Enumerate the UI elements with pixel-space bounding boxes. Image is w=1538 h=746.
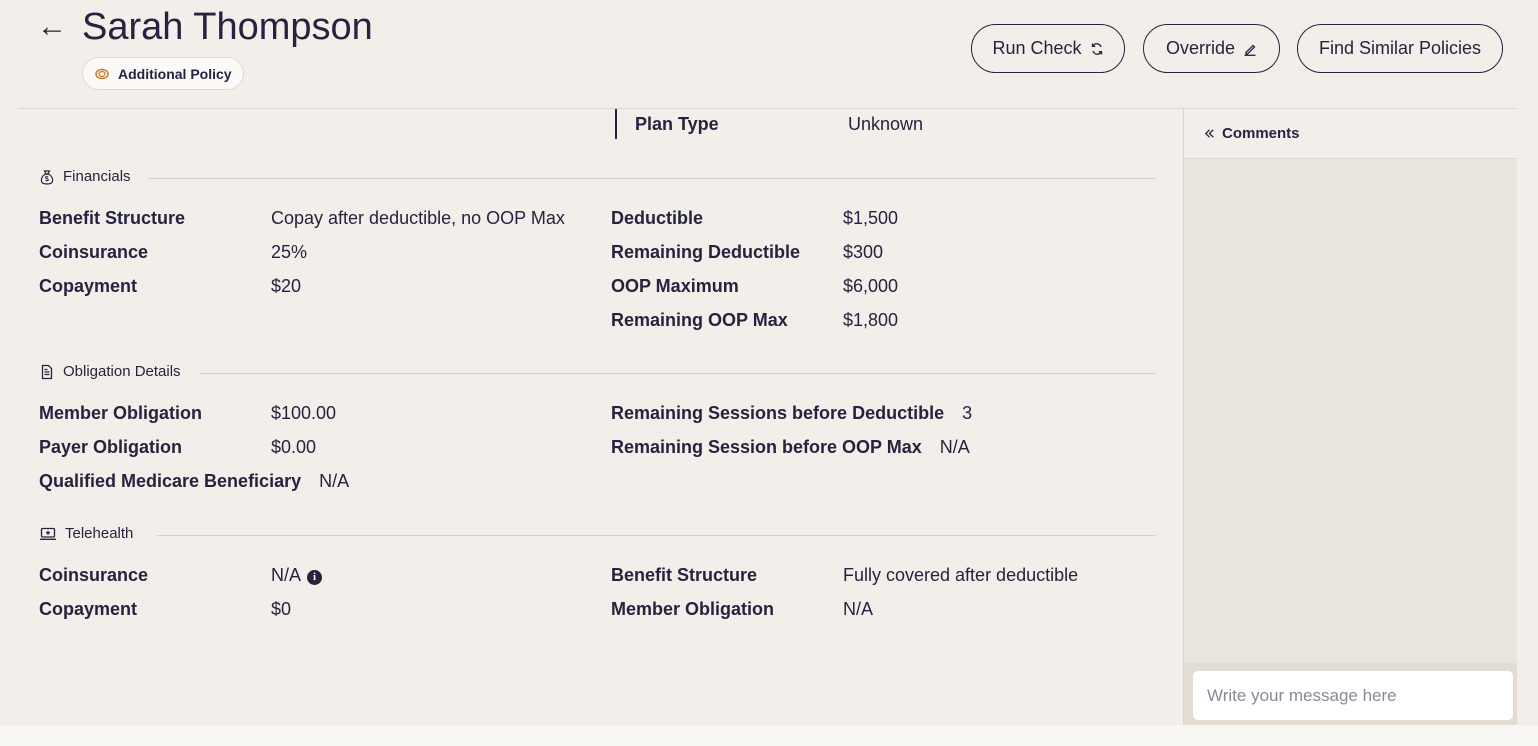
obligation-title: Obligation Details <box>63 363 181 380</box>
remaining-deductible-value: $300 <box>843 242 884 262</box>
remaining-session-oop-value: N/A <box>939 437 970 457</box>
remaining-deductible-label: Remaining Deductible <box>611 242 801 262</box>
additional-policy-badge: Additional Policy <box>82 57 244 90</box>
member-obligation-label: Member Obligation <box>39 403 203 423</box>
patient-name: Sarah Thompson <box>82 6 373 48</box>
qmb-value: N/A <box>319 471 350 491</box>
copayment-value: $20 <box>271 276 302 296</box>
comment-message-input[interactable] <box>1193 671 1513 720</box>
run-check-button[interactable]: Run Check <box>971 24 1125 73</box>
coinsurance-value: 25% <box>271 242 308 262</box>
telehealth-benefit-structure-value: Fully covered after deductible <box>843 565 1079 585</box>
telehealth-coinsurance-value-wrap: N/A i <box>271 564 323 586</box>
plan-type-label: Plan Type <box>635 114 719 134</box>
money-bag-icon <box>40 170 54 185</box>
telehealth-title: Telehealth <box>65 525 134 542</box>
page-header: ← Sarah Thompson Additional Policy Run C… <box>0 0 1538 108</box>
plan-type-value: Unknown <box>848 114 924 134</box>
policy-details-panel: Plan Type Unknown Financials Benefit Str… <box>18 108 1183 725</box>
badge-label: Additional Policy <box>118 65 232 82</box>
deductible-label: Deductible <box>611 208 704 228</box>
document-icon <box>41 364 53 380</box>
refresh-icon <box>1091 42 1102 55</box>
info-icon[interactable]: i <box>307 569 323 585</box>
payer-obligation-label: Payer Obligation <box>39 437 183 457</box>
telehealth-section-header: Telehealth <box>39 525 133 543</box>
remaining-session-oop-row: Remaining Session before OOP Max N/A <box>611 436 970 458</box>
obligation-section-header: Obligation Details <box>39 363 181 381</box>
find-similar-policies-button[interactable]: Find Similar Policies <box>1297 24 1503 73</box>
telehealth-member-obligation-label: Member Obligation <box>611 599 775 619</box>
remaining-sessions-deductible-row: Remaining Sessions before Deductible 3 <box>611 402 972 424</box>
policy-badge-icon <box>94 68 110 80</box>
remaining-sessions-deductible-value: 3 <box>962 403 973 423</box>
benefit-structure-label: Benefit Structure <box>39 208 186 228</box>
plan-type-divider <box>615 109 617 139</box>
telehealth-coinsurance-label: Coinsurance <box>39 565 149 585</box>
laptop-icon <box>40 527 56 540</box>
remaining-session-oop-label: Remaining Session before OOP Max <box>611 437 922 457</box>
telehealth-divider <box>157 535 1156 536</box>
coinsurance-label: Coinsurance <box>39 242 149 262</box>
copayment-label: Copayment <box>39 276 138 296</box>
back-arrow-icon[interactable]: ← <box>37 10 67 44</box>
remaining-oop-max-value: $1,800 <box>843 310 899 330</box>
telehealth-member-obligation-value: N/A <box>843 599 874 619</box>
telehealth-coinsurance-value: N/A <box>271 565 302 585</box>
payer-obligation-value: $0.00 <box>271 437 317 457</box>
oop-maximum-value: $6,000 <box>843 276 899 296</box>
qmb-label: Qualified Medicare Beneficiary <box>39 471 302 491</box>
remaining-oop-max-label: Remaining OOP Max <box>611 310 788 330</box>
pencil-icon <box>1244 44 1256 56</box>
comments-header[interactable]: Comments <box>1184 109 1517 159</box>
obligation-divider <box>200 373 1156 374</box>
financials-section-header: Financials <box>39 168 131 186</box>
financials-title: Financials <box>63 168 131 185</box>
deductible-value: $1,500 <box>843 208 899 228</box>
comments-sidebar: Comments <box>1183 108 1517 725</box>
bottom-strip <box>0 725 1538 746</box>
telehealth-benefit-structure-label: Benefit Structure <box>611 565 758 585</box>
qmb-row: Qualified Medicare Beneficiary N/A <box>39 470 349 492</box>
benefit-structure-value: Copay after deductible, no OOP Max <box>271 208 565 228</box>
oop-maximum-label: OOP Maximum <box>611 276 739 296</box>
telehealth-copayment-value: $0 <box>271 599 292 619</box>
collapse-chevrons-icon[interactable] <box>1203 127 1216 140</box>
override-label: Override <box>1165 38 1236 58</box>
override-button[interactable]: Override <box>1143 24 1280 73</box>
run-check-label: Run Check <box>992 38 1082 58</box>
find-similar-label: Find Similar Policies <box>1318 38 1482 58</box>
member-obligation-value: $100.00 <box>271 403 337 423</box>
financials-divider <box>148 178 1156 179</box>
comments-title: Comments <box>1222 125 1300 142</box>
comment-composer <box>1184 663 1517 725</box>
telehealth-copayment-label: Copayment <box>39 599 138 619</box>
remaining-sessions-deductible-label: Remaining Sessions before Deductible <box>611 403 945 423</box>
